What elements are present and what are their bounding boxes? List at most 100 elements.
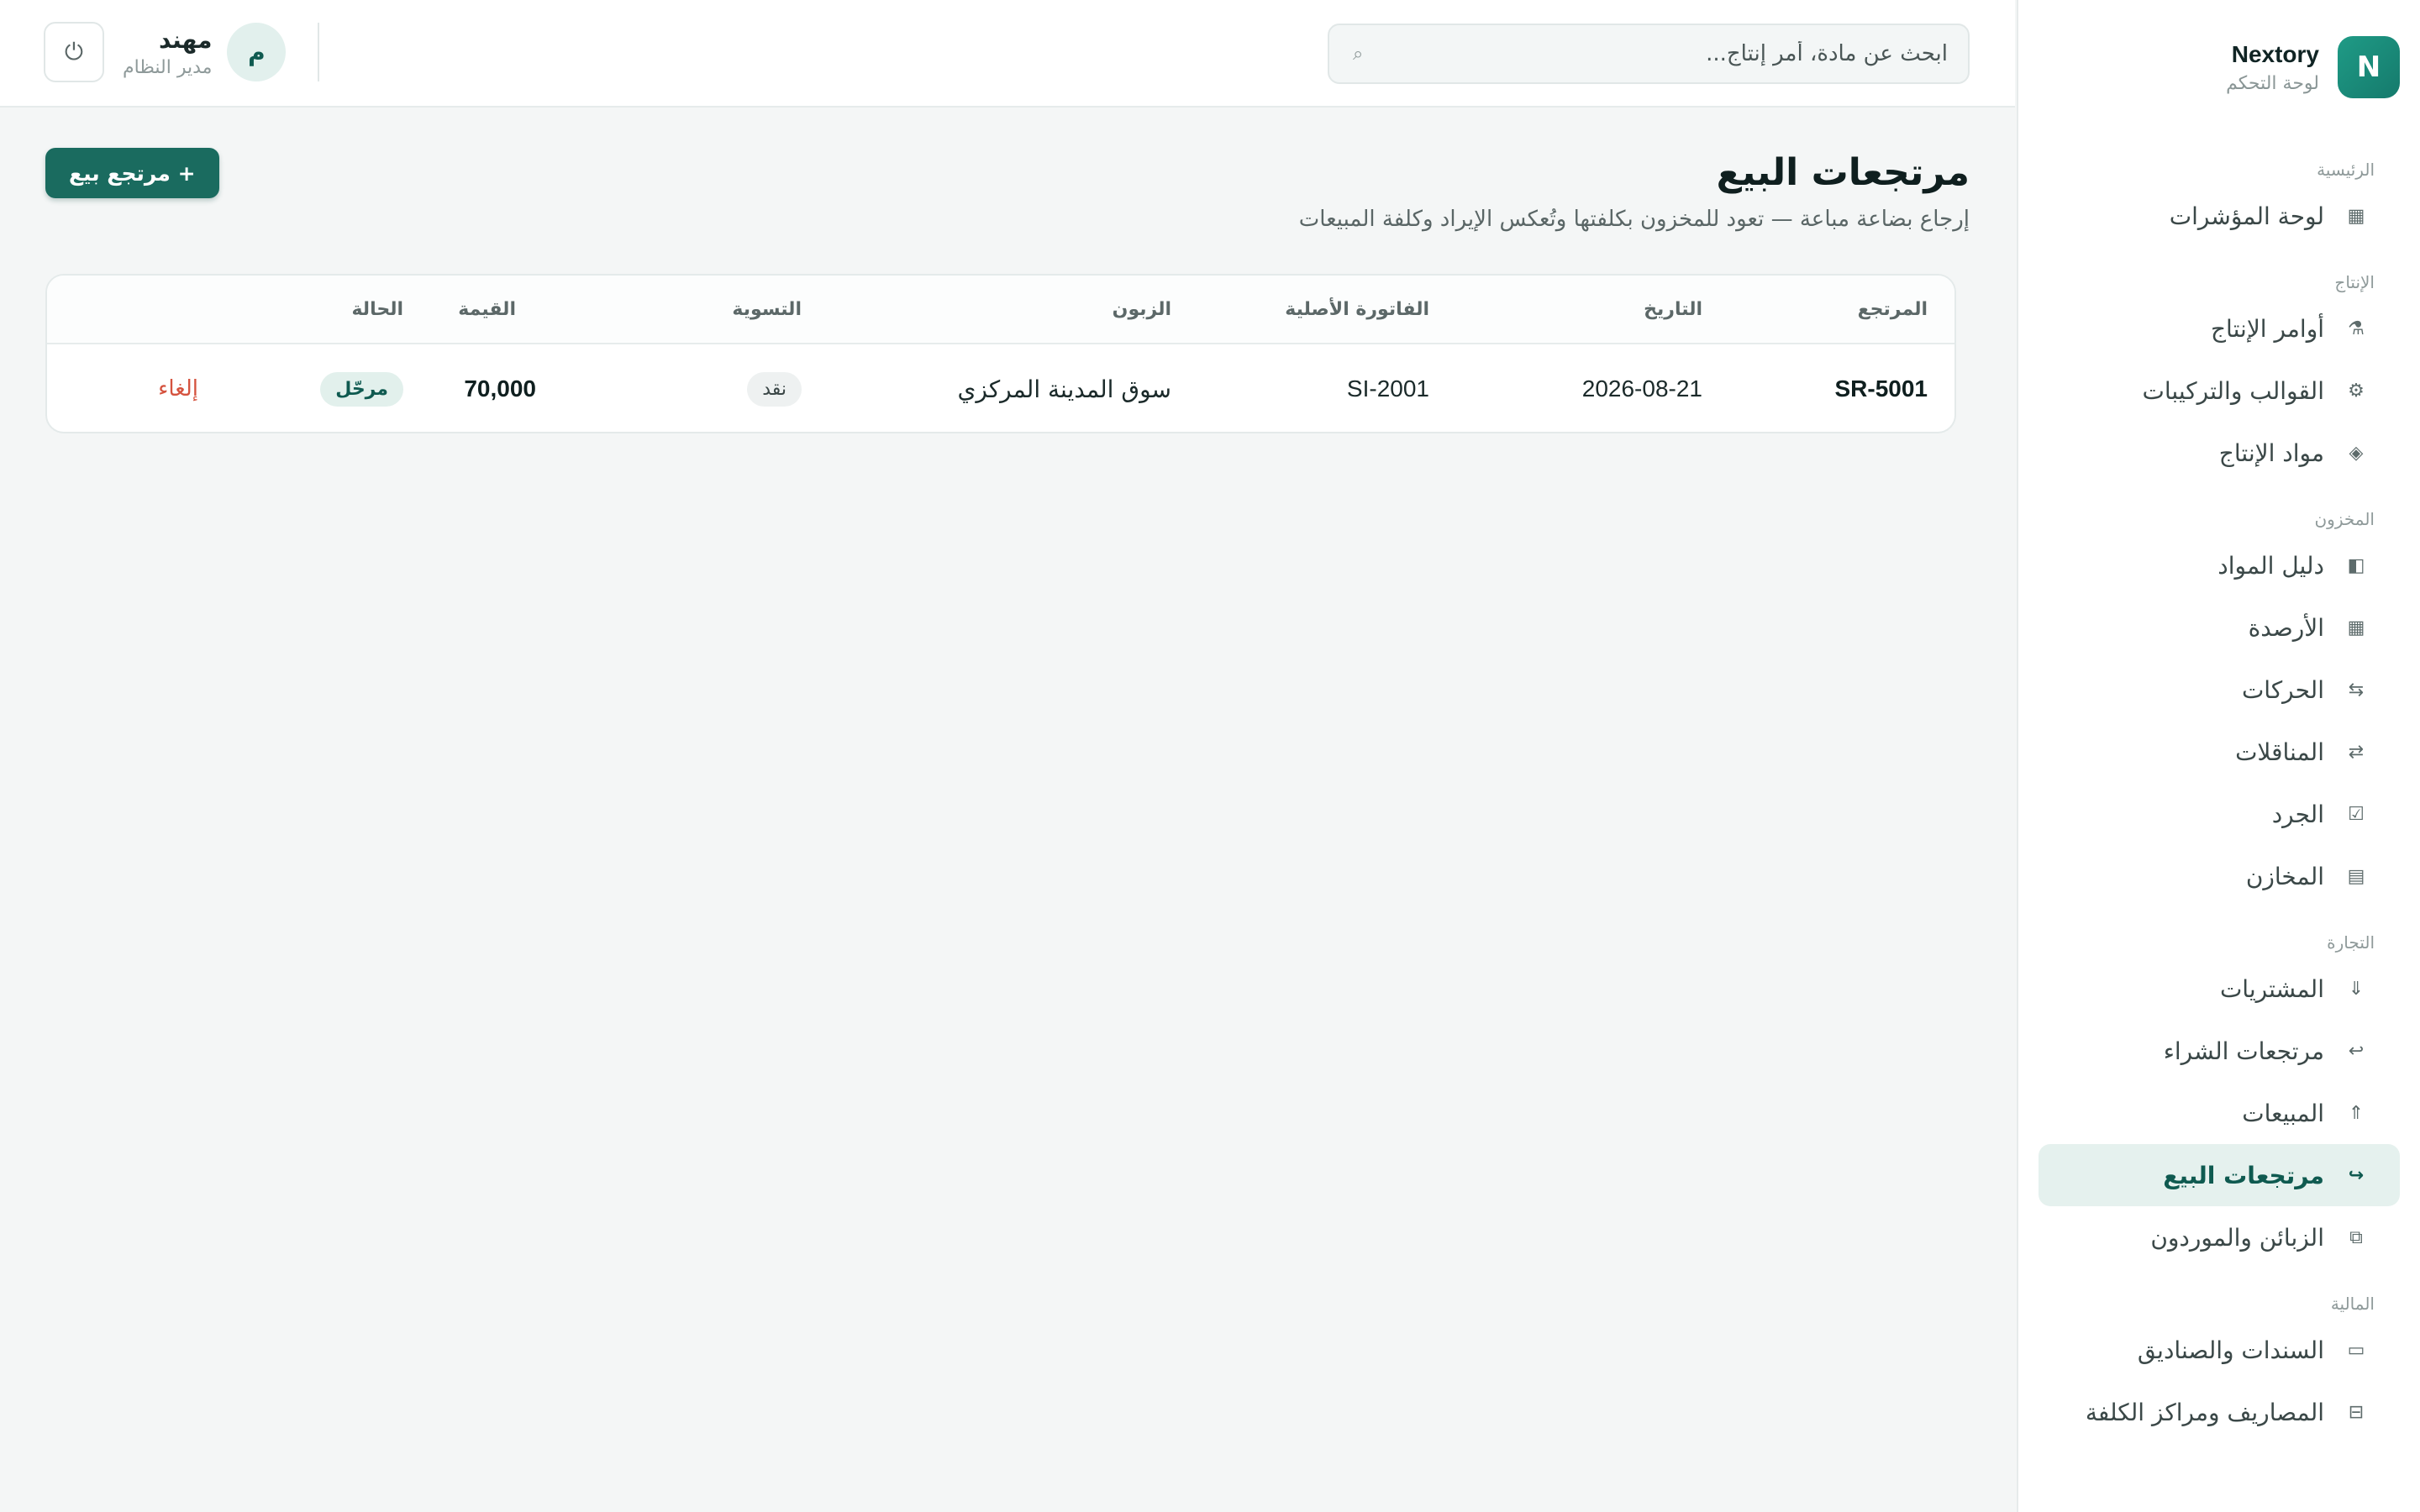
cell-date: 2026-08-21 [1581,375,1702,402]
warehouse-icon: ▤ [2347,865,2365,887]
cell-ref[interactable]: SR-5001 [1834,344,1928,432]
brand-name: Nextory [2231,40,2319,67]
sidebar-item[interactable]: ▤ المخازن [2039,845,2400,907]
sidebar-item-label: الأرصدة [2248,613,2324,642]
header-invoice[interactable]: الفاتورة الأصلية [1285,276,1429,343]
sidebar-item-label: القوالب والتركيبات [2142,376,2325,405]
sidebar-item-label: دليل المواد [2217,551,2324,580]
sidebar-item[interactable]: ⇓ المشتريات [2039,958,2400,1020]
book-icon: ◧ [2347,554,2365,576]
nav-section: المخزون ◧ دليل المواد ▦ الأرصدة ⇆ الحركات ⇄ المن… [2039,504,2400,907]
sidebar-item[interactable]: ◧ دليل المواد [2039,534,2400,596]
page-head: مرتجعات البيع إرجاع بضاعة مباعة — تعود ل… [45,109,1970,274]
sidebar-item[interactable]: ⚗ أوامر الإنتاج [2039,297,2400,360]
grid-icon: ▦ [2347,617,2365,638]
sidebar-item[interactable]: ⧉ الزبائن والموردون [2039,1206,2400,1268]
header-ref[interactable]: المرتجع [1858,276,1928,343]
sidebar-item-label: مرتجعات البيع [2163,1161,2324,1189]
cell-customer: سوق المدينة المركزي [957,375,1171,403]
sidebar-item-label: المشتريات [2219,974,2324,1003]
logout-button[interactable]: ⏻ [44,22,104,82]
cell-action: إلغاء [158,344,198,432]
sidebar-item-label: المناقلات [2235,738,2324,766]
app-root: N Nextory لوحة التحكم الرئيسية ▦ لوحة المؤ… [0,0,2420,1512]
power-icon: ⏻ [64,38,84,65]
transfer-icon: ⇄ [2348,741,2365,763]
header-status[interactable]: الحالة [351,276,403,343]
sidebar-item[interactable]: ▦ لوحة المؤشرات [2039,185,2400,247]
factory-icon: ⚗ [2348,318,2365,339]
checkbox-icon: ☑ [2348,803,2365,825]
sidebar: N Nextory لوحة التحكم الرئيسية ▦ لوحة المؤ… [2017,0,2420,1512]
brand-subtitle: لوحة التحكم [2226,72,2319,94]
sidebar-item[interactable]: ⇄ المناقلات [2039,721,2400,783]
sidebar-item-label: الجرد [2271,800,2324,828]
sidebar-item[interactable]: ▦ الأرصدة [2039,596,2400,659]
cancel-button[interactable]: إلغاء [158,376,198,402]
sidebar-item-label: المخازن [2245,862,2324,890]
header-value[interactable]: القيمة [458,276,516,343]
sidebar-nav: الرئيسية ▦ لوحة المؤشرات الإنتاج ⚗ أوامر الإن… [2039,155,2400,1443]
arrow-up-icon: ⇑ [2348,1102,2365,1124]
sidebar-item-label: المبيعات [2242,1099,2324,1127]
cell-settlement: نقد [747,344,802,432]
nav-section-heading: المالية [2330,1294,2375,1314]
sidebar-item[interactable]: ◈ مواد الإنتاج [2039,422,2400,484]
sidebar-item[interactable]: ⊟ المصاريف ومراكز الكلفة [2039,1381,2400,1443]
sidebar-item-label: الحركات [2241,675,2324,704]
header-date[interactable]: التاريخ [1644,276,1702,343]
sidebar-item-label: المصاريف ومراكز الكلفة [2085,1398,2324,1426]
user-meta: مهند مدير النظام [123,26,212,78]
brand-logo: N [2338,36,2400,98]
search-input[interactable] [1378,41,1948,66]
user-box: ⏻ مهند مدير النظام م [44,22,320,82]
page-subtitle: إرجاع بضاعة مباعة — تعود للمخزون بكلفتها… [1298,207,1970,232]
status-badge: مرحّل [320,371,403,407]
return-icon: ↩ [2348,1040,2365,1062]
sales-return-icon: ↪ [2348,1164,2365,1186]
sidebar-item-label: السندات والصناديق [2137,1336,2324,1364]
search-box[interactable]: ⌕ [1328,24,1970,84]
nav-section: التجارة ⇓ المشتريات ↩ مرتجعات الشراء ⇑ المبيعا… [2039,927,2400,1268]
gear-icon: ⚙ [2348,380,2365,402]
header-divider [318,23,320,81]
sidebar-item[interactable]: ⚙ القوالب والتركيبات [2039,360,2400,422]
header-settlement[interactable]: التسوية [732,276,802,343]
sidebar-item[interactable]: ▭ السندات والصناديق [2039,1319,2400,1381]
sidebar-item[interactable]: ↩ مرتجعات الشراء [2039,1020,2400,1082]
sidebar-item-label: الزبائن والموردون [2150,1223,2324,1252]
cash-icon: ▭ [2347,1339,2365,1361]
nav-section: الرئيسية ▦ لوحة المؤشرات [2039,155,2400,247]
user-role: مدير النظام [123,57,213,78]
search-icon: ⌕ [1353,43,1364,65]
avatar[interactable]: م [227,23,287,81]
expenses-icon: ⊟ [2348,1401,2365,1423]
add-sales-return-button[interactable]: + مرتجع بيع [45,148,219,198]
sidebar-item-label: مواد الإنتاج [2218,438,2324,467]
sidebar-item-label: لوحة المؤشرات [2169,202,2324,230]
table-row[interactable]: SR-5001 2026-08-21 SI-2001 سوق المدينة ا… [47,344,1954,432]
user-name: مهند [158,26,213,54]
table-header: المرتجع التاريخ الفاتورة الأصلية الزبون … [47,276,1954,344]
main-content: مرتجعات البيع إرجاع بضاعة مباعة — تعود ل… [0,109,2015,274]
nav-section-heading: الإنتاج [2334,272,2375,292]
cell-invoice[interactable]: SI-2001 [1347,344,1429,432]
cell-value: 70,000 [464,375,536,402]
nav-section-heading: التجارة [2327,932,2375,953]
sidebar-item[interactable]: ↪ مرتجعات البيع [2039,1144,2400,1206]
sidebar-item[interactable]: ☑ الجرد [2039,783,2400,845]
sidebar-item[interactable]: ⇑ المبيعات [2039,1082,2400,1144]
nav-section: المالية ▭ السندات والصناديق ⊟ المصاريف ومراك… [2039,1289,2400,1443]
sidebar-item[interactable]: ⇆ الحركات [2039,659,2400,721]
header-customer[interactable]: الزبون [1113,276,1171,343]
settlement-badge: نقد [747,371,802,407]
arrow-down-icon: ⇓ [2348,978,2365,1000]
brand-text: Nextory لوحة التحكم [2226,41,2319,94]
contacts-icon: ⧉ [2349,1226,2363,1248]
nav-section-heading: الرئيسية [2317,160,2375,180]
sidebar-item-label: أوامر الإنتاج [2210,314,2324,343]
cell-status: مرحّل [320,344,403,432]
movements-icon: ⇆ [2348,679,2365,701]
page-title: مرتجعات البيع [1716,151,1970,194]
returns-table: المرتجع التاريخ الفاتورة الأصلية الزبون … [45,274,1956,433]
